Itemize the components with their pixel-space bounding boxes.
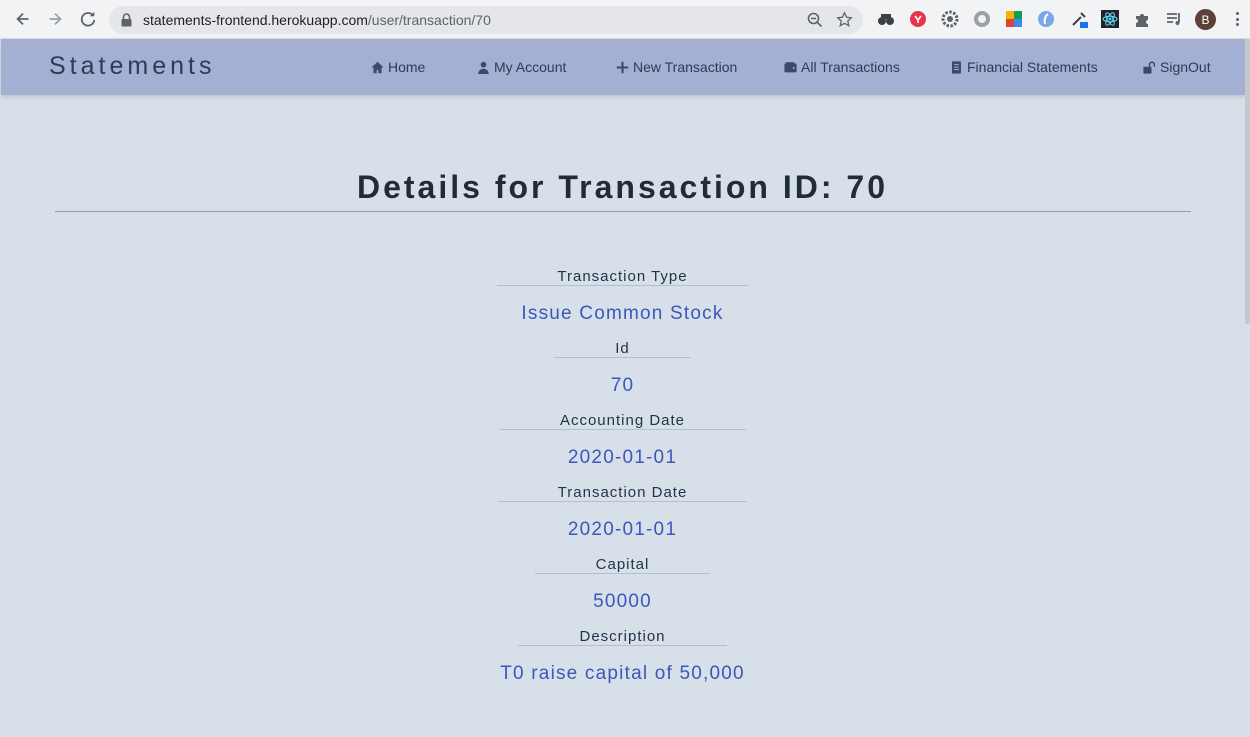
field-divider [498, 501, 747, 502]
field-divider [554, 357, 691, 358]
field-divider [500, 429, 746, 430]
field-label-capital: Capital [595, 556, 650, 573]
nav-financial-statements[interactable]: Financial Statements [950, 59, 1098, 75]
nav-home-label: Home [388, 59, 426, 75]
title-divider [55, 211, 1191, 212]
avatar-letter: B [1201, 12, 1210, 27]
field-value-id: 70 [610, 375, 635, 396]
browser-menu-button[interactable] [1232, 10, 1242, 28]
user-icon [478, 61, 489, 74]
reload-button[interactable] [76, 7, 100, 31]
field-label-description: Description [579, 628, 666, 645]
address-bar[interactable]: statements-frontend.herokuapp.com/user/t… [109, 6, 863, 34]
extension-binoculars-icon[interactable] [877, 10, 895, 28]
field-divider [518, 645, 727, 646]
unlock-icon [1143, 61, 1156, 74]
nav-all-transactions[interactable]: All Transactions [784, 59, 900, 75]
home-icon [371, 61, 384, 73]
extension-red-icon[interactable] [909, 10, 927, 28]
field-label-id: Id [615, 340, 630, 357]
nav-sign-out-label: SignOut [1160, 59, 1211, 75]
field-label-accounting-date: Accounting Date [559, 412, 686, 429]
nav-financial-statements-label: Financial Statements [967, 59, 1098, 75]
extension-react-icon[interactable] [1101, 10, 1119, 28]
extension-gear-icon[interactable] [941, 10, 959, 28]
profile-avatar[interactable]: B [1195, 9, 1216, 30]
url-host: statements-frontend.herokuapp.com [143, 12, 368, 28]
field-value-capital: 50000 [593, 591, 652, 612]
nav-sign-out[interactable]: SignOut [1143, 59, 1211, 75]
field-divider [497, 285, 748, 286]
field-value-description: T0 raise capital of 50,000 [500, 663, 745, 684]
extensions-puzzle-icon[interactable] [1133, 10, 1151, 28]
scrollbar-thumb[interactable] [1245, 39, 1250, 324]
reload-icon [80, 11, 96, 27]
extension-circle-icon[interactable] [973, 10, 991, 28]
nav-home[interactable]: Home [371, 59, 425, 75]
extension-colorgrid-icon[interactable] [1005, 10, 1023, 28]
nav-new-transaction[interactable]: New Transaction [616, 59, 737, 75]
url-path: /user/transaction/70 [367, 12, 491, 28]
url-text: statements-frontend.herokuapp.com/user/t… [143, 12, 491, 28]
wallet-icon [784, 61, 797, 72]
plus-icon [616, 61, 629, 73]
extension-eyedropper-icon[interactable] [1070, 10, 1088, 28]
forward-arrow-icon [49, 12, 62, 26]
bookmark-star-icon[interactable] [836, 11, 853, 28]
page-title: Details for Transaction ID: 70 [356, 169, 888, 205]
media-queue-icon[interactable] [1165, 10, 1183, 28]
back-button[interactable] [11, 7, 35, 31]
lock-icon [121, 13, 132, 27]
zoom-icon[interactable] [807, 12, 823, 28]
app-navbar: Statements Home My Account New Transacti… [1, 39, 1245, 95]
forward-button[interactable] [43, 7, 67, 31]
brand-logo[interactable]: Statements [49, 52, 215, 81]
nav-my-account[interactable]: My Account [477, 59, 566, 75]
extension-blue-icon[interactable] [1037, 10, 1055, 28]
field-label-transaction-type: Transaction Type [557, 268, 688, 285]
nav-all-transactions-label: All Transactions [801, 59, 900, 75]
field-value-accounting-date: 2020-01-01 [567, 447, 678, 468]
nav-my-account-label: My Account [494, 59, 567, 75]
document-icon [952, 60, 961, 74]
field-label-transaction-date: Transaction Date [557, 484, 688, 501]
field-divider [535, 573, 710, 574]
back-arrow-icon [16, 12, 29, 26]
field-value-transaction-type: Issue Common Stock [521, 303, 724, 324]
nav-new-transaction-label: New Transaction [633, 59, 738, 75]
browser-toolbar: statements-frontend.herokuapp.com/user/t… [0, 0, 1250, 39]
field-value-transaction-date: 2020-01-01 [567, 519, 678, 540]
